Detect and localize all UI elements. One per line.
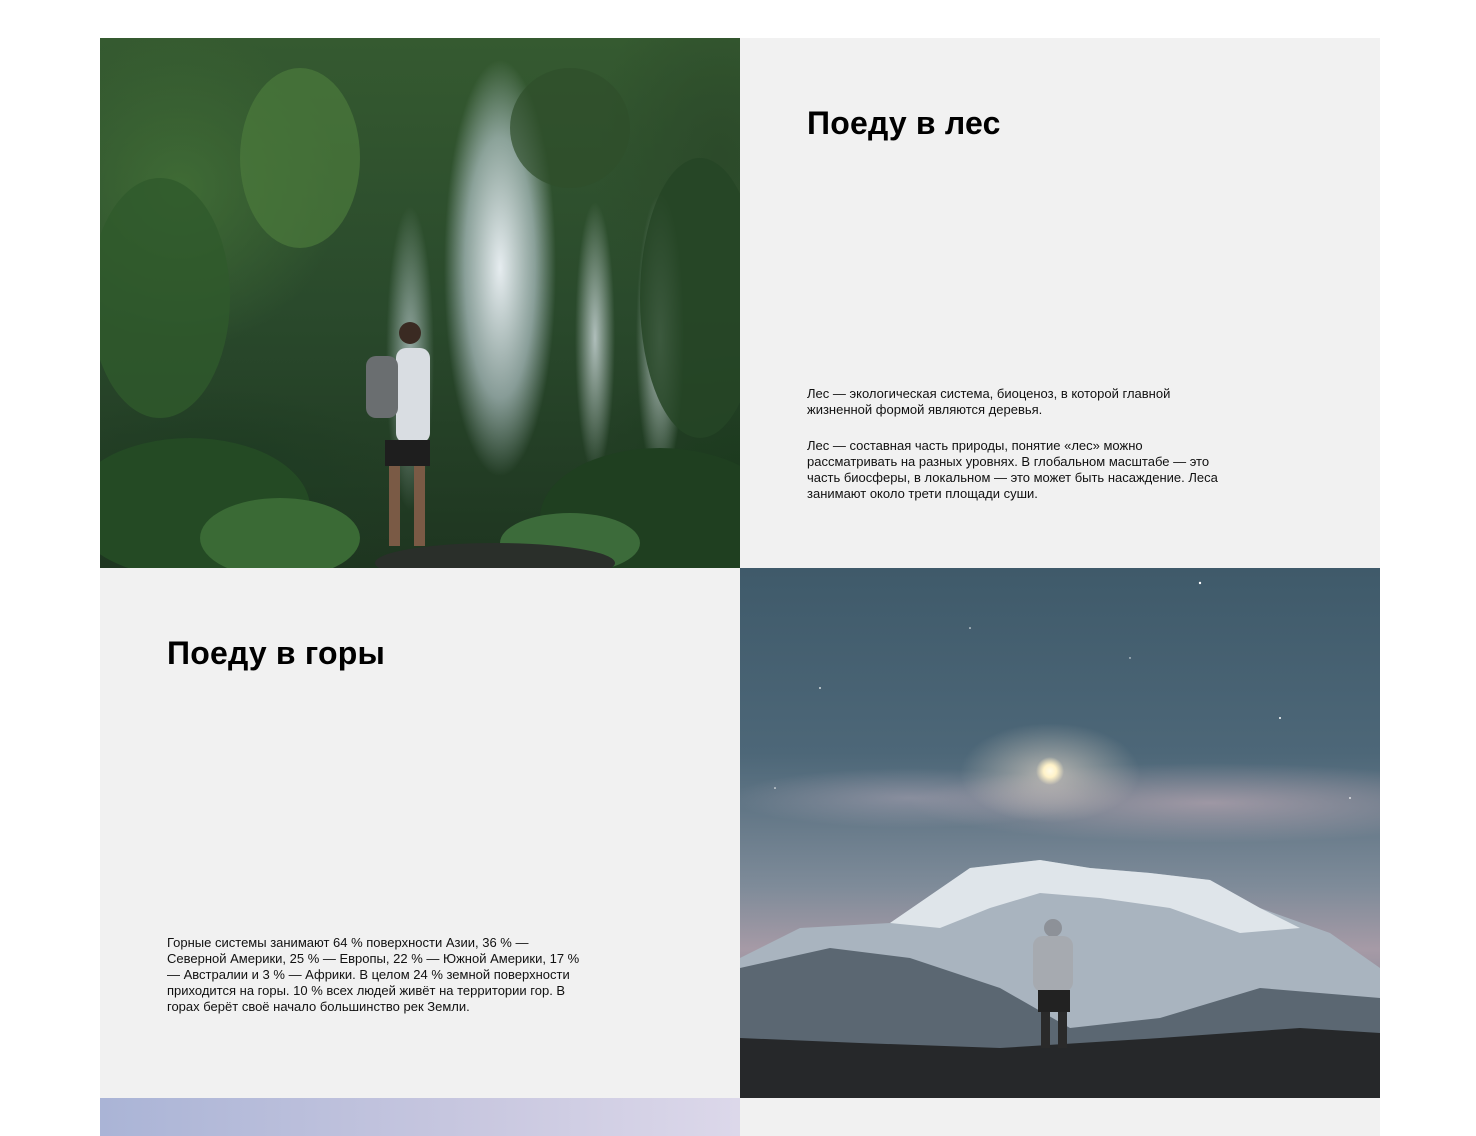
page: Поеду в лес Лес — экологическая система,… xyxy=(0,0,1476,1136)
mountains-text-panel: Поеду в горы Горные системы занимают 64 … xyxy=(100,568,740,1098)
mountains-heading: Поеду в горы xyxy=(167,635,386,671)
mountain-night-image xyxy=(740,568,1380,1098)
forest-paragraph: Лес — экологическая система, биоценоз, в… xyxy=(807,386,1171,417)
mountains-section: Поеду в горы Горные системы занимают 64 … xyxy=(100,568,1380,1098)
forest-waterfall-image xyxy=(100,38,740,568)
next-section-text-panel xyxy=(740,1098,1380,1136)
forest-section: Поеду в лес Лес — экологическая система,… xyxy=(100,38,1380,568)
forest-image-details xyxy=(100,68,740,568)
forest-description: Лес — экологическая система, биоценоз, в… xyxy=(807,386,1232,502)
mountain-image-details xyxy=(740,581,1380,1098)
next-section xyxy=(100,1098,1380,1136)
content-grid: Поеду в лес Лес — экологическая система,… xyxy=(100,38,1380,1136)
forest-paragraph: Лес — составная часть природы, понятие «… xyxy=(807,438,1218,501)
forest-heading: Поеду в лес xyxy=(807,105,1001,141)
mountains-paragraph: Горные системы занимают 64 % поверхности… xyxy=(167,935,580,1014)
forest-text-panel: Поеду в лес Лес — экологическая система,… xyxy=(740,38,1380,568)
mountains-description: Горные системы занимают 64 % поверхности… xyxy=(167,935,587,1015)
next-section-image xyxy=(100,1098,740,1136)
